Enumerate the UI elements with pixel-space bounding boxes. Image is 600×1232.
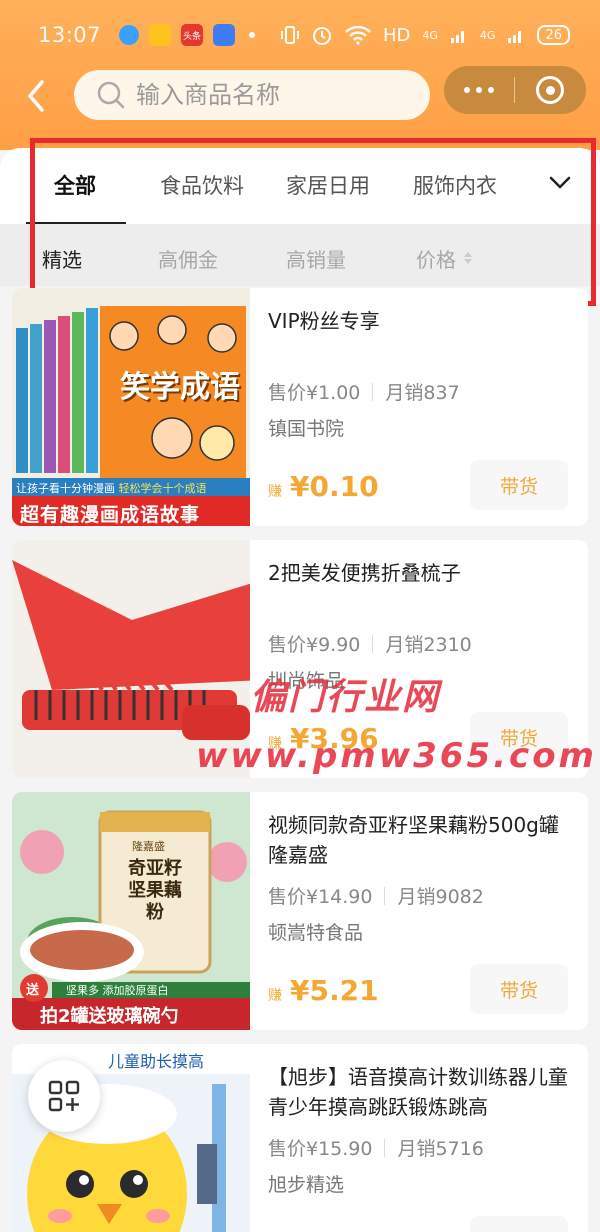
can-label-text: 奇亚籽坚果藕粉 [128, 858, 182, 923]
back-arrow-icon[interactable] [22, 78, 52, 114]
product-commission: 赚 ¥0.10 [268, 470, 379, 503]
hd-label: HD [382, 24, 411, 46]
product-card[interactable]: 儿童助长摸高 【旭步】语音摸高计数训练器儿童青少年摸高跳跃锻炼跳高 售价¥15.… [12, 1044, 588, 1232]
tab-apparel[interactable]: 服饰内衣 [413, 170, 497, 200]
vibrate-icon [280, 26, 299, 44]
product-title[interactable]: 【旭步】语音摸高计数训练器儿童青少年摸高跳跃锻炼跳高 [268, 1062, 578, 1122]
product-commission: 赚 ¥5.21 [268, 974, 379, 1007]
target-icon [536, 76, 564, 104]
trainer-banner-text: 儿童助长摸高 [108, 1052, 205, 1071]
promote-button[interactable]: 带货 [470, 964, 568, 1014]
sort-high-sales[interactable]: 高销量 [286, 244, 346, 273]
can-brand-text: 隆嘉盛 [132, 840, 165, 853]
tab-food-drinks[interactable]: 食品饮料 [160, 170, 244, 200]
sort-arrows-icon [464, 252, 472, 264]
commission-amount: ¥0.10 [290, 470, 379, 503]
qq-app-icon [119, 25, 140, 45]
promote-button[interactable]: 带货 [470, 1216, 568, 1232]
signal-bars-icon [450, 31, 464, 43]
tab-home-daily[interactable]: 家居日用 [286, 170, 370, 200]
product-title[interactable]: 2把美发便携折叠梳子 [268, 558, 578, 588]
miniprogram-capsule [444, 66, 586, 114]
meta-divider [384, 886, 386, 905]
search-icon [97, 81, 125, 109]
sort-featured[interactable]: 精选 [42, 244, 82, 273]
more-options-button[interactable] [444, 66, 514, 114]
product-title[interactable]: 视频同款奇亚籽坚果藕粉500g罐隆嘉盛 [268, 810, 578, 870]
product-title[interactable]: VIP粉丝专享 [268, 306, 578, 336]
meta-divider [372, 634, 374, 653]
product-price: 售价¥1.00 [268, 382, 361, 404]
grid-add-icon [48, 1080, 80, 1112]
alarm-icon [312, 27, 331, 45]
status-time: 13:07 [38, 23, 102, 47]
signal-bars-icon-2 [508, 31, 522, 43]
battery-indicator: 26 [537, 25, 570, 45]
product-monthly-sales: 月销5716 [397, 1138, 484, 1160]
product-monthly-sales: 月销837 [385, 382, 460, 404]
watermark-url: www.pmw365.com [196, 736, 597, 776]
product-shop[interactable]: 旭步精选 [268, 1170, 344, 1197]
product-monthly-sales: 月销9082 [397, 886, 484, 908]
cloud-app-icon [213, 24, 236, 46]
product-meta: 售价¥1.00 月销837 [268, 378, 460, 405]
status-bar: 13:07 头条 HD 4G 4G 26 [0, 0, 600, 70]
floating-menu-button[interactable] [28, 1060, 100, 1132]
search-box[interactable] [74, 70, 430, 120]
product-price: 售价¥9.90 [268, 634, 361, 656]
category-tabs: 全部 食品饮料 家居日用 服饰内衣 [0, 148, 600, 224]
book-title-text: 笑学成语 [120, 370, 240, 405]
signal-2: 4G [479, 28, 496, 42]
close-miniprogram-button[interactable] [515, 66, 585, 114]
product-price: 售价¥14.90 [268, 886, 373, 908]
search-input[interactable] [136, 81, 396, 109]
product-monthly-sales: 月销2310 [385, 634, 472, 656]
meta-divider [384, 1138, 386, 1157]
product-image-lotus-powder[interactable]: 奇亚籽坚果藕粉 隆嘉盛 送 坚果多 添加胶原蛋白 拍2罐送玻璃碗勺 [12, 792, 250, 1030]
wifi-icon [345, 25, 371, 45]
sort-high-commission[interactable]: 高佣金 [158, 244, 218, 273]
product-shop[interactable]: 顿嵩特食品 [268, 918, 363, 945]
sort-bar: 精选 高佣金 高销量 价格 [0, 224, 600, 286]
notes-app-icon [149, 24, 172, 46]
toutiao-app-icon: 头条 [181, 24, 204, 46]
book-banner-1: 让孩子看十分钟漫画 轻松学会十个成语 [16, 482, 207, 495]
product-shop[interactable]: 镇国书院 [268, 414, 344, 441]
signal-1: 4G [422, 28, 438, 42]
tag-text: 坚果多 添加胶原蛋白 [66, 984, 169, 997]
product-meta: 售价¥14.90 月销9082 [268, 882, 484, 909]
more-notifications-dot [249, 32, 256, 38]
commission-label: 赚 [268, 484, 282, 500]
commission-label: 赚 [268, 988, 282, 1004]
meta-divider [372, 382, 374, 401]
promote-button[interactable]: 带货 [470, 460, 568, 510]
product-meta: 售价¥9.90 月销2310 [268, 630, 472, 657]
watermark-text: 偏门行业网 [250, 677, 441, 718]
nav-bar [0, 66, 600, 124]
sort-price[interactable]: 价格 [416, 244, 456, 273]
book-banner-2: 超有趣漫画成语故事 [20, 504, 201, 526]
product-image-idiom-book[interactable]: 笑学成语 让孩子看十分钟漫画 轻松学会十个成语 超有趣漫画成语故事 [12, 288, 250, 526]
product-price: 售价¥15.90 [268, 1138, 373, 1160]
commission-amount: ¥5.21 [290, 974, 379, 1007]
tab-all[interactable]: 全部 [54, 170, 96, 200]
product-card[interactable]: 奇亚籽坚果藕粉 隆嘉盛 送 坚果多 添加胶原蛋白 拍2罐送玻璃碗勺 视频同款奇亚… [12, 792, 588, 1030]
product-meta: 售价¥15.90 月销5716 [268, 1134, 484, 1161]
product-card[interactable]: 笑学成语 让孩子看十分钟漫画 轻松学会十个成语 超有趣漫画成语故事 VIP粉丝专… [12, 288, 588, 526]
chevron-down-icon[interactable] [548, 172, 572, 192]
promo-text: 拍2罐送玻璃碗勺 [40, 1006, 179, 1027]
gift-badge: 送 [26, 983, 40, 998]
